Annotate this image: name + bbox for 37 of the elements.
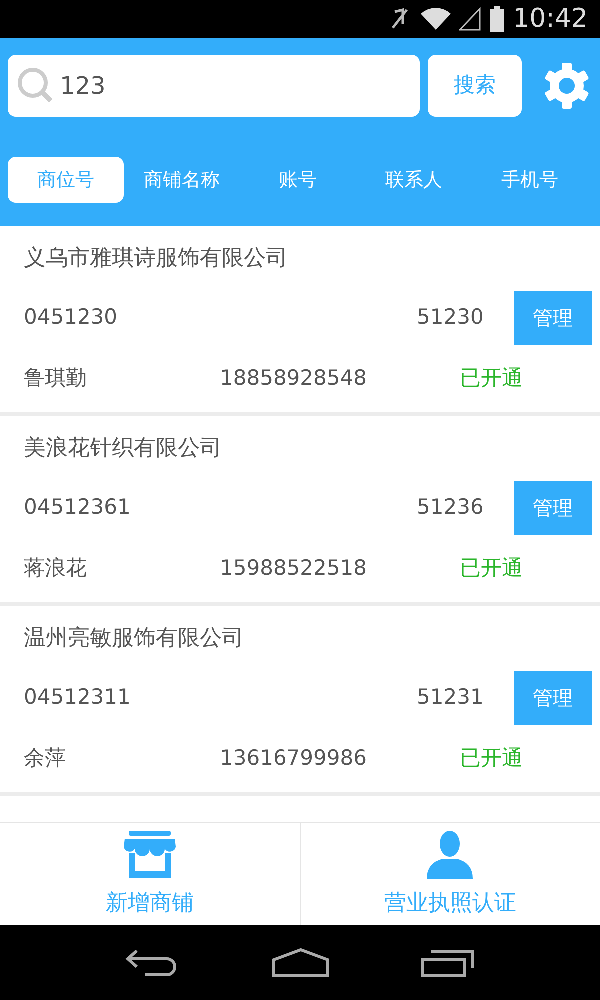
shop-name: 义乌市雅琪诗服饰有限公司 [24,244,288,272]
tab[interactable]: 联系人 [356,157,472,203]
shop-name: 温州亮敏服饰有限公司 [24,624,244,652]
home-icon[interactable] [272,948,330,978]
status-label: 已开通 [460,745,523,772]
status-label: 已开通 [460,555,523,582]
shop-name: 美浪花针织有限公司 [24,434,222,462]
manage-button[interactable]: 管理 [514,291,592,345]
recent-apps-icon[interactable] [420,948,475,978]
manage-button[interactable]: 管理 [514,481,592,535]
stall-number: 0451230 [24,304,119,332]
tab[interactable]: 商铺名称 [124,157,240,203]
contact-name: 鲁琪勤 [24,365,88,392]
search-button[interactable]: 搜索 [428,55,522,117]
phone-number: 15988522518 [220,555,368,582]
tab[interactable]: 手机号 [472,157,588,203]
manage-button[interactable]: 管理 [514,671,592,725]
battery-icon [489,6,506,32]
contact-name: 蒋浪花 [24,555,88,582]
account-number: 51231 [417,684,485,712]
contact-name: 余萍 [24,745,67,772]
store-icon [122,831,177,879]
status-label: 已开通 [460,365,523,392]
phone-number: 18858928548 [220,365,368,392]
stall-number: 04512361 [24,494,132,522]
stall-number: 04512311 [24,684,132,712]
tab[interactable]: 商位号 [8,157,124,203]
person-icon [425,831,476,879]
account-number: 51236 [417,494,485,522]
bottom-tab-button[interactable]: 新增商铺 [0,823,300,925]
tab[interactable]: 账号 [240,157,356,203]
account-number: 51230 [417,304,485,332]
phone-number: 13616799986 [220,745,368,772]
wifi-icon [421,7,452,31]
clock-time: 10:42 [513,2,588,36]
search-field[interactable]: 123 [8,55,420,117]
signal-icon [459,7,482,31]
